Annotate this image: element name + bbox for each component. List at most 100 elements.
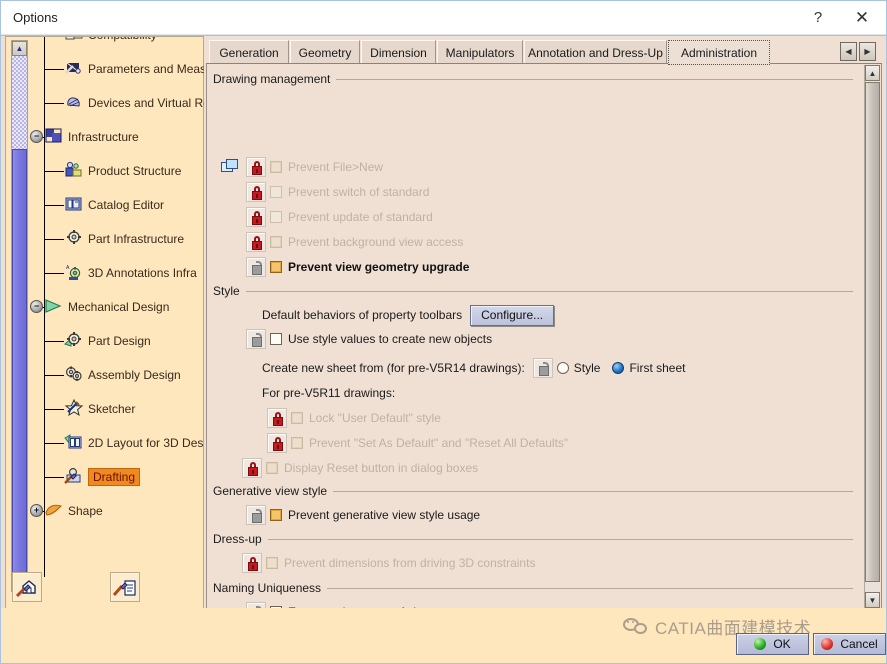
option-row-prevent-file-new[interactable]: Prevent File>New (221, 156, 383, 178)
tree-item-shape[interactable]: + Shape (30, 499, 204, 523)
option-row-prevent-switch-standard[interactable]: Prevent switch of standard (246, 181, 429, 203)
tree-item-devices-and-virtual-re[interactable]: Devices and Virtual Re (30, 91, 204, 115)
tree-item-2d-layout-for-3d-des[interactable]: 2D Layout for 3D Des (30, 431, 204, 455)
option-checkbox[interactable] (266, 462, 278, 474)
admin-unlock-button[interactable] (532, 358, 553, 378)
close-button[interactable]: ✕ (840, 1, 884, 34)
tree-item-assembly-design[interactable]: Assembly Design (30, 363, 204, 387)
admin-lock-button[interactable] (242, 458, 262, 478)
tree-scrollbar[interactable]: ▲ ▼ (11, 40, 28, 592)
option-label: Prevent generative view style usage (288, 508, 481, 522)
radio-style[interactable] (556, 362, 569, 374)
tab-scroll-prev-button[interactable]: ◀ (840, 42, 857, 61)
admin-unlock-button[interactable] (246, 257, 266, 277)
option-row-prevent-set-as-default[interactable]: Prevent "Set As Default" and "Reset All … (267, 432, 568, 454)
admin-unlock-button[interactable] (246, 505, 266, 525)
tree-scroll-thumb[interactable] (12, 149, 27, 589)
option-row-prevent-update-standard[interactable]: Prevent update of standard (246, 206, 433, 228)
part-design-icon (63, 331, 84, 349)
option-row-prevent-view-geometry-upgrade[interactable]: Prevent view geometry upgrade (246, 256, 469, 278)
tree-item-catalog-editor[interactable]: Catalog Editor (30, 193, 204, 217)
tree-item-infrastructure[interactable]: − Infrastructure (30, 125, 204, 149)
3d-annotations-icon: A (64, 263, 84, 281)
option-row-prevent-background-view-access[interactable]: Prevent background view access (246, 231, 463, 253)
admin-lock-button[interactable] (246, 207, 266, 227)
option-checkbox[interactable] (270, 333, 282, 345)
tree-item-product-structure[interactable]: Product Structure (30, 159, 204, 183)
title-bar: Options ? ✕ (1, 1, 886, 35)
option-row-prevent-generative-view-style[interactable]: Prevent generative view style usage (246, 504, 480, 526)
tab-manipulators[interactable]: Manipulators (437, 40, 523, 64)
tab-label: Annotation and Dress-Up (528, 45, 663, 60)
group-rule (267, 539, 853, 540)
parameters-measure-icon (64, 59, 84, 77)
dialog-body: ▲ ▼ Compatibility Parameters and Measu Dev… (1, 35, 886, 609)
tab-dimension[interactable]: Dimension (361, 40, 436, 64)
tab-label: Generation (219, 45, 279, 60)
tree-expander-toggle[interactable]: + (30, 504, 43, 517)
tree-item-parameters-and-measu[interactable]: Parameters and Measu (30, 57, 204, 81)
admin-unlock-button[interactable] (246, 329, 266, 349)
tree-branch-line (44, 69, 64, 70)
tree-item-mechanical-design[interactable]: − Mechanical Design (30, 295, 204, 319)
tree-item-part-design[interactable]: Part Design (30, 329, 204, 353)
tab-geometry[interactable]: Geometry (290, 40, 360, 64)
tree-item-compatibility[interactable]: Compatibility (30, 37, 204, 47)
option-checkbox[interactable] (291, 437, 303, 449)
admin-lock-button[interactable] (267, 408, 287, 428)
option-row-prevent-dimensions-driving-3d[interactable]: Prevent dimensions from driving 3D const… (242, 552, 535, 574)
ok-button[interactable]: OK (736, 633, 809, 655)
tree-expander-toggle[interactable]: − (30, 300, 43, 313)
option-row-use-style-values[interactable]: Use style values to create new objects (246, 328, 492, 350)
tree-item-sketcher[interactable]: Sketcher (30, 397, 204, 421)
option-checkbox[interactable] (291, 412, 303, 424)
tab-administration[interactable]: Administration (668, 40, 770, 65)
admin-lock-button[interactable] (246, 182, 266, 202)
tab-annotation-and-dress-up[interactable]: Annotation and Dress-Up (524, 40, 667, 64)
cancel-button[interactable]: Cancel (813, 633, 886, 655)
catalog-editor-icon (64, 195, 84, 213)
ok-bullet-icon (754, 638, 767, 650)
option-checkbox[interactable] (270, 161, 282, 173)
default-behaviors-label: Default behaviors of property toolbars (262, 308, 463, 322)
wechat-icon (623, 616, 649, 637)
option-checkbox[interactable] (266, 557, 278, 569)
options-report-button[interactable] (110, 572, 140, 602)
admin-lock-button[interactable] (242, 553, 262, 573)
option-label: Prevent switch of standard (288, 185, 430, 199)
option-row-display-reset-button[interactable]: Display Reset button in dialog boxes (242, 457, 478, 479)
tree-expander-toggle[interactable]: − (30, 130, 43, 143)
home-options-button[interactable] (12, 572, 42, 602)
radio-first-sheet[interactable] (612, 362, 625, 374)
pane-scroll-down-button[interactable]: ▼ (865, 592, 880, 608)
tree-scroll-track[interactable] (12, 56, 27, 149)
create-new-sheet-row[interactable]: Create new sheet from (for pre-V5R14 dra… (262, 357, 685, 379)
admin-lock-button[interactable] (246, 232, 266, 252)
option-checkbox[interactable] (270, 509, 282, 521)
pane-scroll-thumb[interactable] (865, 82, 880, 582)
pane-scroll-up-button[interactable]: ▲ (865, 65, 880, 81)
option-row-lock-user-default-style[interactable]: Lock "User Default" style (267, 407, 441, 429)
tree-item-part-infrastructure[interactable]: Part Infrastructure (30, 227, 204, 251)
help-button[interactable]: ? (796, 1, 840, 34)
configure-button[interactable]: Configure... (470, 304, 555, 326)
tree-item-label: Compatibility (88, 37, 157, 42)
compatibility-icon (64, 37, 84, 43)
tree-branch-line (44, 103, 64, 104)
option-checkbox[interactable] (270, 211, 282, 223)
group-title: Naming Uniqueness (213, 581, 322, 595)
tree-item-drafting[interactable]: Drafting (30, 465, 204, 489)
pane-scrollbar[interactable]: ▲ ▼ (864, 65, 880, 608)
tab-strip: Generation Geometry Dimension Manipulators A… (206, 39, 882, 65)
tree-scroll-up-button[interactable]: ▲ (12, 41, 27, 56)
option-checkbox[interactable] (270, 236, 282, 248)
tab-generation[interactable]: Generation (209, 40, 289, 64)
radio-first-sheet-label: First sheet (629, 361, 686, 375)
admin-lock-button[interactable] (246, 157, 266, 177)
tree-item-3d-annotations-infra[interactable]: A 3D Annotations Infra (30, 261, 204, 285)
option-checkbox[interactable] (270, 186, 282, 198)
tree-subtrunk-line (44, 37, 45, 103)
option-checkbox[interactable] (270, 261, 282, 273)
admin-lock-button[interactable] (267, 433, 287, 453)
tab-scroll-next-button[interactable]: ▶ (859, 42, 876, 61)
